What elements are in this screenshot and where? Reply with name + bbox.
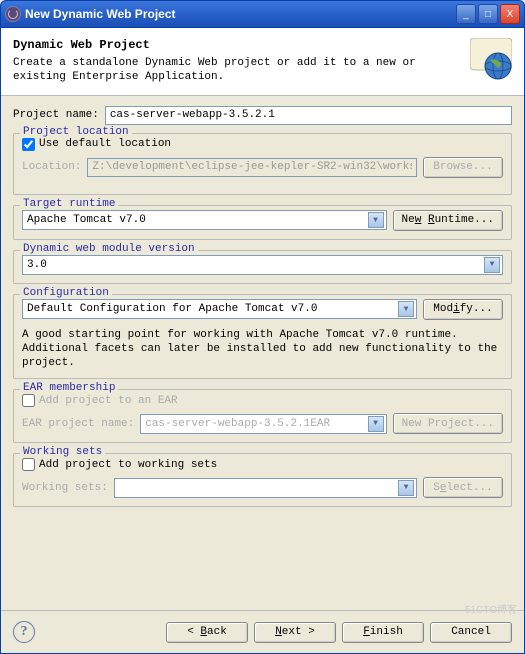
window-title: New Dynamic Web Project	[25, 7, 456, 21]
add-to-working-sets-checkbox[interactable]: Add project to working sets	[22, 458, 503, 471]
configuration-group: Configuration Default Configuration for …	[13, 294, 512, 380]
working-sets-group: Working sets Add project to working sets…	[13, 453, 512, 507]
minimize-button[interactable]: _	[456, 4, 476, 24]
ear-project-name-select: cas-server-webapp-3.5.2.1EAR ▼	[140, 414, 386, 434]
chevron-down-icon: ▼	[368, 416, 384, 432]
target-runtime-select[interactable]: Apache Tomcat v7.0 ▼	[22, 210, 387, 230]
wizard-header: Dynamic Web Project Create a standalone …	[1, 28, 524, 96]
page-title: Dynamic Web Project	[13, 38, 462, 52]
new-runtime-button[interactable]: New Runtime...	[393, 210, 503, 231]
location-input	[87, 158, 417, 177]
working-sets-select: ▼	[114, 478, 417, 498]
watermark: 51CTO博客	[465, 601, 517, 616]
web-project-icon	[470, 38, 512, 80]
next-button[interactable]: Next >	[254, 622, 336, 643]
maximize-button[interactable]: □	[478, 4, 498, 24]
configuration-select[interactable]: Default Configuration for Apache Tomcat …	[22, 299, 417, 319]
modify-button[interactable]: Modify...	[423, 299, 503, 320]
eclipse-icon	[5, 6, 21, 22]
working-sets-legend: Working sets	[20, 446, 105, 458]
help-icon[interactable]: ?	[13, 621, 35, 643]
wizard-footer: ? < Back Next > Finish Cancel	[1, 610, 524, 653]
add-to-ear-checkbox[interactable]: Add project to an EAR	[22, 394, 503, 407]
target-runtime-group: Target runtime Apache Tomcat v7.0 ▼ New …	[13, 205, 512, 240]
select-working-sets-button: Select...	[423, 477, 503, 498]
module-version-select[interactable]: 3.0 ▼	[22, 255, 503, 275]
module-version-legend: Dynamic web module version	[20, 243, 198, 255]
location-label: Location:	[22, 161, 81, 173]
new-ear-project-button: New Project...	[393, 413, 503, 434]
close-button[interactable]: X	[500, 4, 520, 24]
configuration-legend: Configuration	[20, 287, 112, 299]
project-name-label: Project name:	[13, 109, 99, 121]
browse-button: Browse...	[423, 157, 503, 178]
use-default-location-checkbox[interactable]: Use default location	[22, 138, 503, 151]
module-version-group: Dynamic web module version 3.0 ▼	[13, 250, 512, 284]
chevron-down-icon[interactable]: ▼	[398, 301, 414, 317]
chevron-down-icon: ▼	[398, 480, 414, 496]
ear-membership-group: EAR membership Add project to an EAR EAR…	[13, 389, 512, 443]
project-location-legend: Project location	[20, 126, 132, 138]
configuration-description: A good starting point for working with A…	[22, 328, 503, 371]
title-bar: New Dynamic Web Project _ □ X	[0, 0, 525, 28]
ear-membership-legend: EAR membership	[20, 382, 118, 394]
back-button[interactable]: < Back	[166, 622, 248, 643]
project-name-input[interactable]	[105, 106, 512, 125]
chevron-down-icon[interactable]: ▼	[484, 257, 500, 273]
page-description: Create a standalone Dynamic Web project …	[13, 56, 462, 85]
target-runtime-legend: Target runtime	[20, 198, 118, 210]
cancel-button[interactable]: Cancel	[430, 622, 512, 643]
project-location-group: Project location Use default location Lo…	[13, 133, 512, 195]
ear-project-name-label: EAR project name:	[22, 418, 134, 430]
chevron-down-icon[interactable]: ▼	[368, 212, 384, 228]
finish-button[interactable]: Finish	[342, 622, 424, 643]
working-sets-label: Working sets:	[22, 482, 108, 494]
